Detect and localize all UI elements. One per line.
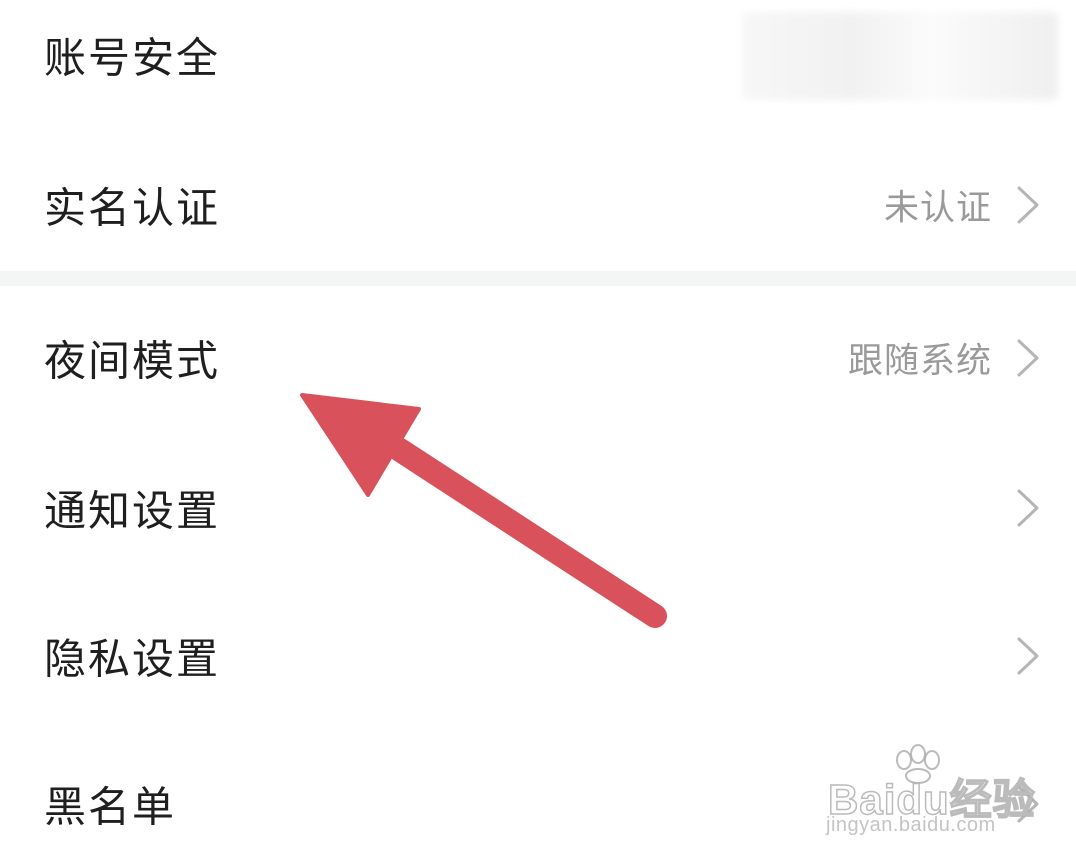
settings-item-label: 实名认证 (44, 183, 221, 233)
settings-item-blacklist[interactable]: 黑名单 (0, 734, 1076, 864)
settings-item-notification-settings[interactable]: 通知设置 (0, 438, 1076, 578)
settings-item-night-mode[interactable]: 夜间模式 跟随系统 (0, 288, 1076, 428)
chevron-right-icon (1017, 785, 1039, 823)
section-divider (0, 271, 1076, 286)
chevron-right-icon (1017, 186, 1039, 224)
settings-item-label: 夜间模式 (44, 336, 221, 386)
settings-item-label: 黑名单 (44, 782, 177, 832)
settings-item-value: 跟随系统 (847, 341, 992, 382)
chevron-right-icon (1017, 637, 1039, 675)
chevron-right-icon (1017, 489, 1039, 527)
settings-item-label: 账号安全 (44, 33, 221, 83)
redacted-area (742, 12, 1058, 100)
settings-item-label: 通知设置 (44, 486, 221, 536)
settings-item-label: 隐私设置 (44, 634, 221, 684)
settings-item-real-name-verification[interactable]: 实名认证 未认证 (0, 130, 1076, 280)
chevron-right-icon (1017, 339, 1039, 377)
settings-item-value: 未认证 (883, 188, 992, 229)
settings-item-privacy-settings[interactable]: 隐私设置 (0, 586, 1076, 726)
